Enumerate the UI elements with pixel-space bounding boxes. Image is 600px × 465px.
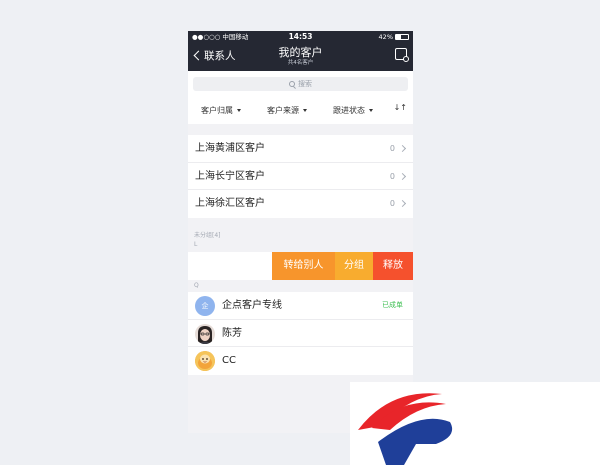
caret-down-icon — [303, 109, 307, 112]
group-name: 上海长宁区客户 — [195, 170, 265, 182]
avatar — [195, 323, 215, 344]
filter-source[interactable]: 客户来源 — [267, 97, 307, 124]
group-name: 上海黄浦区客户 — [195, 143, 265, 154]
contact-row[interactable]: CC — [188, 347, 413, 375]
group-row[interactable]: 上海徐汇区客户 0 — [188, 190, 413, 218]
group-button[interactable]: 分组 — [335, 252, 373, 280]
avatar: 企 — [195, 296, 215, 316]
search-icon — [289, 81, 295, 87]
page-subtitle: 共4名客户 — [287, 60, 314, 66]
contact-row[interactable]: 陈芳 — [188, 320, 413, 347]
search-placeholder: 搜索 — [298, 80, 312, 88]
battery-percent: 42% — [378, 33, 393, 41]
chevron-right-icon — [398, 172, 407, 180]
contact-list: 企 企点客户专线 已成单 陈芳 CC — [188, 292, 413, 375]
filter-bar: 客户归属 客户来源 跟进状态 ↓↑ — [188, 97, 413, 124]
group-row[interactable]: 上海黄浦区客户 0 — [188, 135, 413, 163]
contact-name: 陈芳 — [222, 327, 242, 339]
release-button[interactable]: 释放 — [373, 252, 413, 280]
person-photo-icon — [198, 325, 212, 344]
group-count: 0 — [389, 144, 395, 153]
search-input[interactable]: 搜索 — [193, 77, 408, 91]
contact-name: CC — [222, 355, 236, 366]
caret-down-icon — [369, 109, 373, 112]
swiped-contact-row[interactable]: 转给别人 分组 释放 — [188, 252, 413, 280]
filter-label: 跟进状态 — [333, 106, 365, 115]
status-badge: 已成单 — [382, 301, 403, 309]
group-list: 上海黄浦区客户 0 上海长宁区客户 0 上海徐汇区客户 0 — [188, 135, 413, 218]
chevron-right-icon — [398, 199, 407, 208]
chevron-right-icon — [398, 144, 407, 153]
group-row[interactable]: 上海长宁区客户 0 — [188, 163, 413, 190]
contact-name: 企点客户专线 — [222, 300, 282, 311]
transfer-button[interactable]: 转给别人 — [272, 252, 335, 280]
group-count: 0 — [389, 171, 395, 181]
group-count: 0 — [389, 199, 395, 208]
search-section: 搜索 — [188, 71, 413, 97]
battery-icon — [395, 34, 409, 40]
phone-screen: ●●○○○ 中国移动 14:53 42% 联系人 我的客户 共4名客户 搜索 客… — [188, 31, 413, 433]
filter-label: 客户归属 — [201, 106, 233, 115]
index-letter-l: L — [194, 241, 198, 248]
group-name: 上海徐汇区客户 — [195, 198, 265, 209]
status-bar: ●●○○○ 中国移动 14:53 42% — [188, 31, 413, 43]
filter-status[interactable]: 跟进状态 — [333, 97, 373, 124]
filter-ownership[interactable]: 客户归属 — [201, 97, 241, 124]
avatar — [195, 351, 215, 371]
index-letter-q: Q — [194, 282, 199, 289]
watermark-logo — [350, 382, 600, 465]
cartoon-avatar-icon — [195, 351, 215, 371]
battery-indicator: 42% — [379, 31, 409, 43]
sort-icon[interactable]: ↓↑ — [394, 103, 407, 112]
contact-row[interactable]: 企 企点客户专线 已成单 — [188, 292, 413, 320]
filter-label: 客户来源 — [267, 106, 299, 115]
caret-down-icon — [237, 109, 241, 112]
brand-logo-icon — [358, 393, 453, 465]
ungrouped-header: 未分组[4] — [194, 232, 221, 239]
settings-icon[interactable] — [395, 48, 409, 62]
navigation-bar: ●●○○○ 中国移动 14:53 42% 联系人 我的客户 共4名客户 — [188, 31, 413, 71]
